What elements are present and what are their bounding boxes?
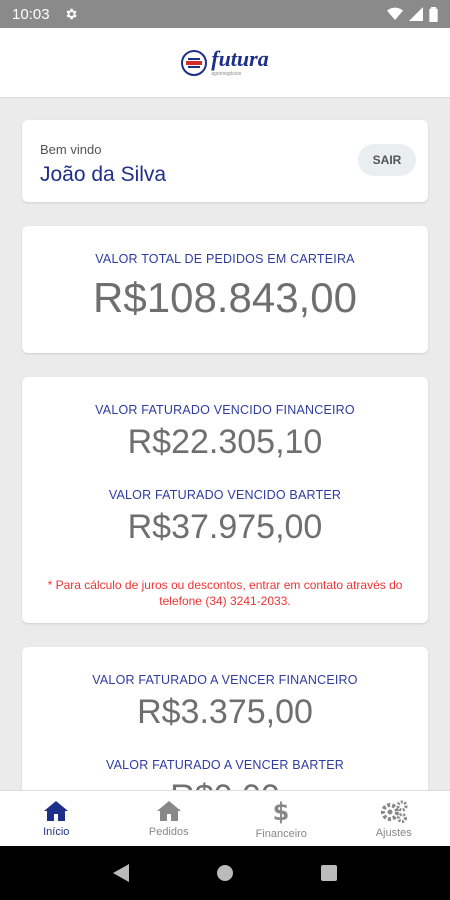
- overdue-barter-label: VALOR FATURADO VENCIDO BARTER: [108, 488, 342, 502]
- nav-pedidos[interactable]: Pedidos: [113, 791, 226, 846]
- futura-logo: futura agronegócios: [181, 46, 269, 77]
- upcoming-financial-value: R$3.375,00: [137, 693, 313, 731]
- house-icon: [156, 800, 181, 821]
- overdue-barter-value: R$37.975,00: [127, 508, 323, 546]
- back-icon[interactable]: [113, 864, 130, 882]
- upcoming-barter-value: R$0,00: [22, 778, 428, 790]
- nav-label-ajustes: Ajustes: [375, 826, 412, 839]
- upcoming-financial-label: VALOR FATURADO A VENCER FINANCEIRO: [92, 673, 358, 687]
- app-header: futura agronegócios: [0, 28, 450, 98]
- nav-label-pedidos: Pedidos: [148, 825, 189, 838]
- signal-icon: [409, 7, 423, 21]
- bottom-navigation: Início Pedidos $ Financeiro Ajustes: [0, 790, 450, 846]
- overdue-financial-label: VALOR FATURADO VENCIDO FINANCEIRO: [95, 403, 355, 417]
- svg-text:$: $: [273, 798, 290, 824]
- nav-label-financeiro: Financeiro: [255, 827, 307, 840]
- status-bar: 10:03: [0, 0, 450, 28]
- gears-icon: [380, 800, 408, 823]
- total-orders-value: R$108.843,00: [93, 274, 357, 321]
- upcoming-barter-label: VALOR FATURADO A VENCER BARTER: [105, 758, 344, 772]
- user-name: João da Silva: [40, 163, 167, 186]
- welcome-card: Bem vindo João da Silva SAIR: [22, 120, 428, 202]
- upcoming-card: VALOR FATURADO A VENCER FINANCEIRO R$3.3…: [22, 647, 428, 790]
- total-orders-card: VALOR TOTAL DE PEDIDOS EM CARTEIRA R$108…: [22, 226, 428, 353]
- nav-label-inicio: Início: [43, 825, 70, 838]
- futura-logo-icon: [181, 49, 208, 76]
- total-orders-label: VALOR TOTAL DE PEDIDOS EM CARTEIRA: [95, 252, 355, 266]
- nav-inicio[interactable]: Início: [0, 791, 113, 846]
- nav-ajustes[interactable]: Ajustes: [338, 791, 450, 846]
- status-time: 10:03: [12, 5, 50, 23]
- overdue-card: VALOR FATURADO VENCIDO FINANCEIRO R$22.3…: [22, 377, 428, 623]
- interest-contact-note: * Para cálculo de juros ou descontos, en…: [47, 578, 403, 608]
- nav-financeiro[interactable]: $ Financeiro: [225, 791, 338, 846]
- settings-icon: [66, 8, 77, 20]
- logout-button[interactable]: SAIR: [358, 144, 416, 176]
- battery-icon: [429, 6, 438, 22]
- main-content[interactable]: Bem vindo João da Silva SAIR VALOR TOTAL…: [0, 98, 450, 790]
- brand-subtitle: agronegócios: [211, 71, 242, 77]
- overdue-financial-value: R$22.305,10: [127, 423, 323, 461]
- wifi-icon: [387, 7, 403, 20]
- home-icon: [44, 800, 69, 821]
- home-button-icon[interactable]: [216, 864, 234, 882]
- welcome-greeting: Bem vindo: [40, 142, 102, 157]
- brand-name: futura: [211, 46, 269, 71]
- recents-icon[interactable]: [320, 865, 337, 881]
- system-navigation-bar: [0, 846, 450, 900]
- dollar-icon: $: [273, 798, 290, 824]
